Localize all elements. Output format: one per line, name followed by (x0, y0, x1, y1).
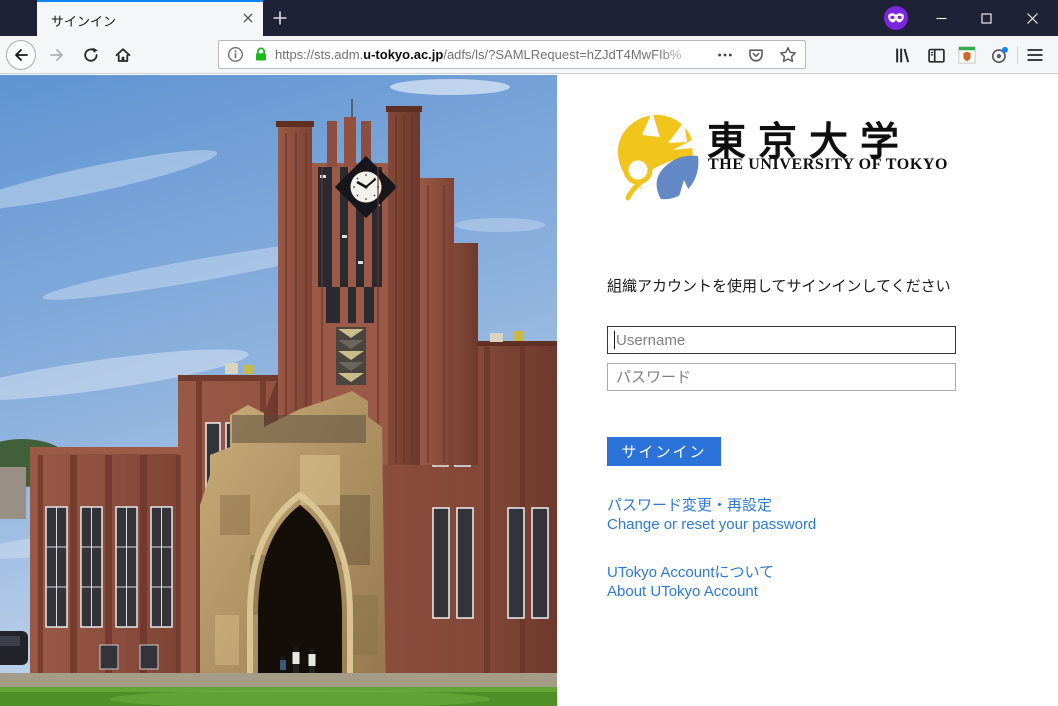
password-input[interactable] (607, 363, 956, 391)
bookmark-star-icon[interactable] (779, 46, 797, 64)
maximize-icon[interactable] (964, 0, 1009, 36)
utokyo-ginkgo-logo-icon (611, 109, 703, 203)
menu-icon[interactable] (1023, 43, 1047, 67)
login-panel: 東京大学 THE UNIVERSITY OF TOKYO 組織アカウントを使用し… (557, 75, 1058, 706)
link-about-account-en[interactable]: About UTokyo Account (607, 583, 758, 600)
toolbar-separator (1017, 46, 1018, 64)
campus-photo (0, 75, 557, 706)
active-tab-indicator (37, 0, 263, 2)
page-content: 東京大学 THE UNIVERSITY OF TOKYO 組織アカウントを使用し… (0, 75, 1058, 706)
pocket-icon[interactable] (747, 46, 765, 64)
tab-close-icon[interactable] (243, 13, 253, 23)
account-extension-icon[interactable] (987, 43, 1011, 67)
logo-subtitle: THE UNIVERSITY OF TOKYO (708, 156, 948, 174)
text-caret (614, 331, 615, 349)
link-password-reset-en[interactable]: Change or reset your password (607, 516, 816, 533)
tab-title: サインイン (51, 11, 116, 30)
new-tab-icon[interactable] (272, 10, 288, 26)
link-about-account-ja[interactable]: UTokyo Accountについて (607, 561, 774, 582)
tab-signin[interactable]: サインイン (37, 0, 263, 36)
page-actions-icon[interactable] (717, 47, 733, 63)
minimize-icon[interactable] (919, 0, 964, 36)
reload-icon[interactable] (76, 40, 106, 70)
window-close-icon[interactable] (1010, 0, 1055, 36)
library-icon[interactable] (891, 43, 915, 67)
url-prefix: https://sts.adm. (275, 47, 363, 62)
signin-button[interactable]: サインイン (607, 437, 721, 466)
info-icon[interactable] (227, 46, 244, 63)
browser-titlebar: サインイン (0, 0, 1058, 36)
lock-icon[interactable] (253, 46, 269, 63)
username-input[interactable] (607, 326, 956, 354)
sidebar-icon[interactable] (924, 43, 948, 67)
url-domain: u-tokyo.ac.jp (363, 47, 443, 62)
link-password-reset-ja[interactable]: パスワード変更・再設定 (607, 494, 772, 515)
back-icon[interactable] (6, 40, 36, 70)
url-text[interactable]: https://sts.adm.u-tokyo.ac.jp/adfs/ls/?S… (275, 47, 709, 62)
forward-icon[interactable] (42, 40, 72, 70)
shield-extension-icon[interactable] (955, 43, 979, 67)
browser-navbar: https://sts.adm.u-tokyo.ac.jp/adfs/ls/?S… (0, 36, 1058, 74)
signin-heading: 組織アカウントを使用してサインインしてください (607, 275, 951, 296)
private-browsing-mask-icon (883, 5, 909, 31)
url-bar[interactable]: https://sts.adm.u-tokyo.ac.jp/adfs/ls/?S… (218, 40, 806, 69)
url-path: /adfs/ls/?SAMLRequest=hZJdT4MwFIb% (443, 47, 681, 62)
home-icon[interactable] (108, 40, 138, 70)
